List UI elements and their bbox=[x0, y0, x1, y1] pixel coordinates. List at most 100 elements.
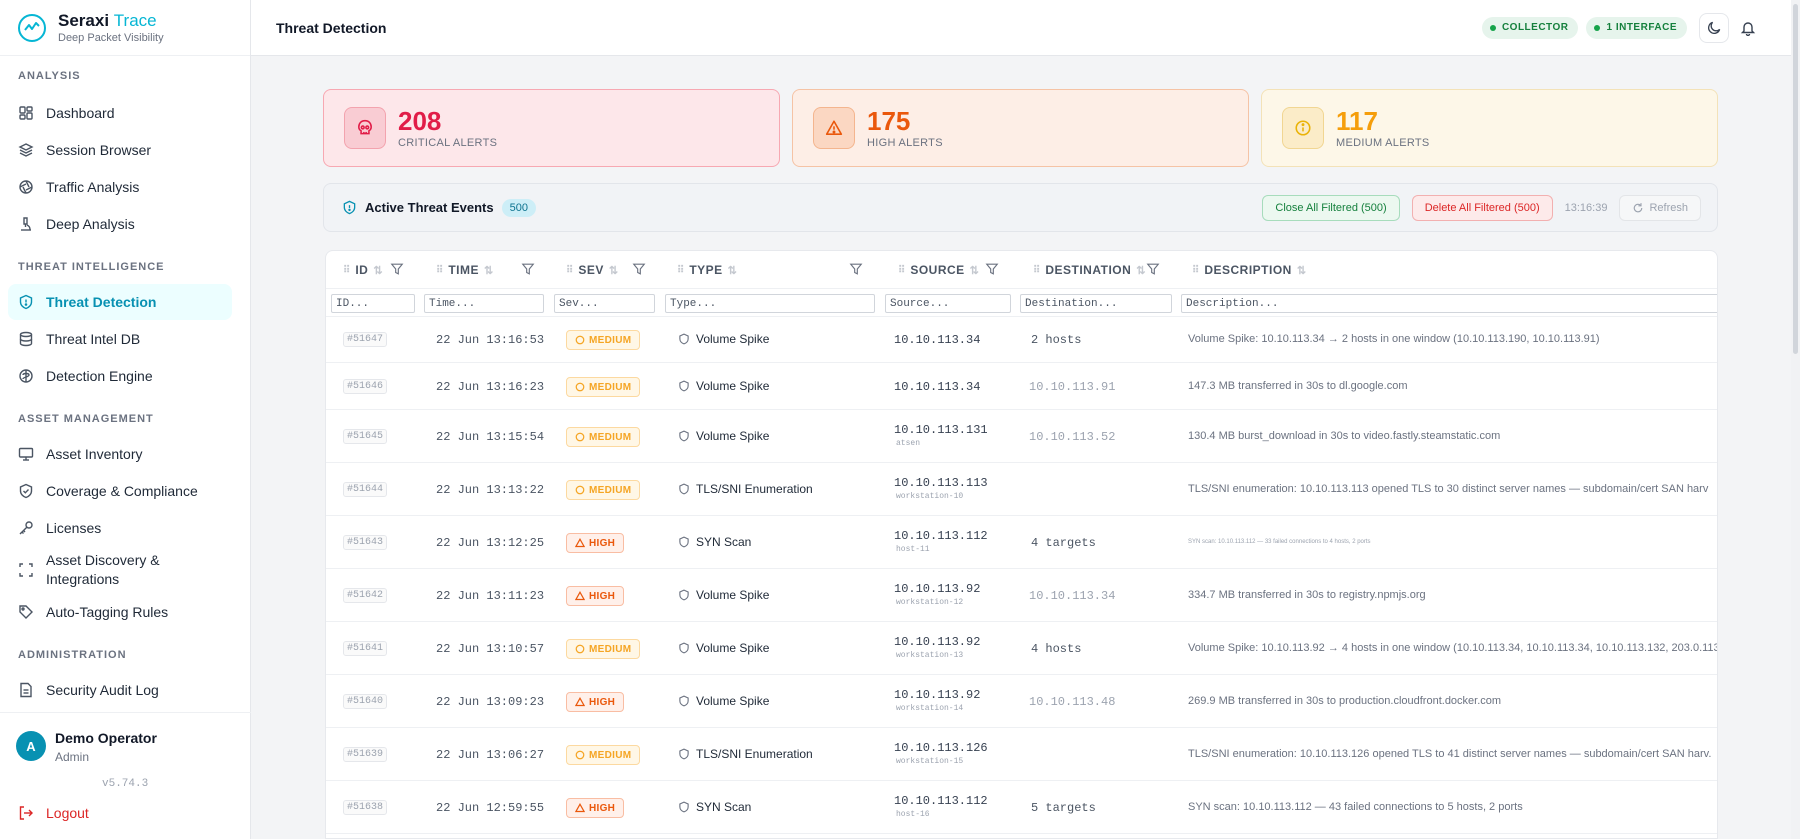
info-circle-icon bbox=[1282, 107, 1324, 149]
sidebar-item-deep-analysis[interactable]: Deep Analysis bbox=[8, 206, 232, 242]
page-scrollbar[interactable] bbox=[1791, 0, 1800, 839]
severity-badge: HIGH bbox=[566, 533, 625, 553]
column-header-description[interactable]: ⠿ DESCRIPTION ⇅ bbox=[1192, 251, 1307, 289]
event-description: TLS/SNI enumeration: 10.10.113.126 opene… bbox=[1188, 748, 1712, 760]
event-id[interactable]: #51641 bbox=[343, 641, 388, 656]
event-id[interactable]: #51647 bbox=[343, 332, 388, 347]
brand-subtitle: Deep Packet Visibility bbox=[58, 32, 164, 44]
theme-toggle-button[interactable] bbox=[1699, 12, 1729, 43]
moon-icon bbox=[1707, 21, 1720, 34]
high-alerts-card[interactable]: 175 HIGH ALERTS bbox=[792, 89, 1249, 167]
sidebar-item-traffic-analysis[interactable]: Traffic Analysis bbox=[8, 169, 232, 205]
event-source[interactable]: 10.10.113.112 host-11 bbox=[894, 529, 988, 554]
column-header-id[interactable]: ⠿ ID ⇅ bbox=[343, 251, 383, 289]
table-row[interactable]: #51647 22 Jun 13:16:53 MEDIUM Volume Spike 1… bbox=[326, 317, 1717, 363]
shield-icon bbox=[679, 430, 689, 442]
filter-funnel-icon[interactable] bbox=[849, 262, 863, 276]
event-source[interactable]: 10.10.113.112 host-16 bbox=[894, 794, 988, 819]
sidebar-item-asset-discovery[interactable]: Asset Discovery & Integrations bbox=[8, 547, 232, 593]
shield-icon bbox=[679, 380, 689, 392]
sev-filter-input[interactable] bbox=[554, 294, 655, 313]
tag-icon bbox=[19, 605, 33, 619]
event-id[interactable]: #51639 bbox=[343, 747, 388, 762]
shield-alert-icon bbox=[19, 294, 33, 310]
brand[interactable]: Seraxi Trace Deep Packet Visibility bbox=[0, 0, 250, 56]
refresh-button[interactable]: Refresh bbox=[1619, 194, 1701, 221]
sidebar-item-threat-detection[interactable]: Threat Detection bbox=[8, 284, 232, 320]
event-destination[interactable]: 10.10.113.52 bbox=[1029, 430, 1115, 444]
source-filter-input[interactable] bbox=[885, 294, 1011, 313]
avatar[interactable]: A bbox=[16, 731, 46, 761]
logout-button[interactable]: Logout bbox=[18, 805, 89, 821]
event-destination[interactable]: 4 targets bbox=[1031, 536, 1096, 550]
description-filter-input[interactable] bbox=[1181, 294, 1717, 313]
event-time: 22 Jun 12:59:55 bbox=[436, 801, 545, 815]
filter-funnel-icon[interactable] bbox=[985, 262, 999, 276]
drag-handle-icon: ⠿ bbox=[343, 264, 350, 276]
event-source[interactable]: 10.10.113.126 workstation-15 bbox=[894, 741, 988, 766]
event-source[interactable]: 10.10.113.92 workstation-12 bbox=[894, 582, 980, 607]
event-id[interactable]: #51644 bbox=[343, 482, 388, 497]
column-header-source[interactable]: ⠿ SOURCE ⇅ bbox=[898, 251, 979, 289]
time-filter-input[interactable] bbox=[424, 294, 544, 313]
column-header-destination[interactable]: ⠿ DESTINATION ⇅ bbox=[1033, 251, 1146, 289]
filter-funnel-icon[interactable] bbox=[632, 262, 646, 276]
medium-alerts-card[interactable]: 117 MEDIUM ALERTS bbox=[1261, 89, 1718, 167]
column-header-sev[interactable]: ⠿ SEV ⇅ bbox=[566, 251, 619, 289]
sidebar-item-dashboard[interactable]: Dashboard bbox=[8, 95, 232, 131]
close-all-filtered-button[interactable]: Close All Filtered (500) bbox=[1262, 194, 1400, 221]
event-id[interactable]: #51645 bbox=[343, 429, 388, 444]
event-destination[interactable]: 5 targets bbox=[1031, 801, 1096, 815]
column-header-type[interactable]: ⠿ TYPE ⇅ bbox=[677, 251, 737, 289]
table-row[interactable]: #51643 22 Jun 13:12:25 HIGH SYN Scan 10.10.1… bbox=[326, 516, 1717, 569]
event-destination[interactable]: 2 hosts bbox=[1031, 333, 1081, 347]
event-id[interactable]: #51643 bbox=[343, 535, 388, 550]
event-id[interactable]: #51642 bbox=[343, 588, 388, 603]
table-row[interactable]: #51645 22 Jun 13:15:54 MEDIUM Volume Spike 1… bbox=[326, 410, 1717, 463]
event-destination[interactable]: 10.10.113.91 bbox=[1029, 380, 1115, 394]
filter-funnel-icon[interactable] bbox=[1146, 262, 1160, 276]
sidebar-item-session-browser[interactable]: Session Browser bbox=[8, 132, 232, 168]
table-row[interactable]: #51639 22 Jun 13:06:27 MEDIUM TLS/SNI Enume… bbox=[326, 728, 1717, 781]
event-source[interactable]: 10.10.113.34 bbox=[894, 380, 980, 394]
event-destination[interactable]: 10.10.113.34 bbox=[1029, 589, 1115, 603]
delete-all-filtered-button[interactable]: Delete All Filtered (500) bbox=[1411, 194, 1553, 221]
event-source[interactable]: 10.10.113.92 workstation-14 bbox=[894, 688, 980, 713]
event-source[interactable]: 10.10.113.34 bbox=[894, 333, 980, 347]
sidebar-item-coverage-compliance[interactable]: Coverage & Compliance bbox=[8, 473, 232, 509]
critical-alerts-card[interactable]: 208 CRITICAL ALERTS bbox=[323, 89, 780, 167]
sort-icon: ⇅ bbox=[373, 264, 384, 277]
medium-alerts-count: 117 bbox=[1336, 106, 1378, 136]
notifications-button[interactable] bbox=[1733, 13, 1763, 43]
table-row[interactable]: #51642 22 Jun 13:11:23 HIGH Volume Spike 10.… bbox=[326, 569, 1717, 622]
event-source[interactable]: 10.10.113.113 workstation-10 bbox=[894, 476, 988, 501]
event-time: 22 Jun 13:12:25 bbox=[436, 536, 545, 550]
collector-status-badge[interactable]: COLLECTOR bbox=[1481, 16, 1579, 39]
event-id[interactable]: #51638 bbox=[343, 800, 388, 815]
table-row[interactable]: #51640 22 Jun 13:09:23 HIGH Volume Spike 10.… bbox=[326, 675, 1717, 728]
sidebar-item-auto-tagging-rules[interactable]: Auto-Tagging Rules bbox=[8, 594, 232, 630]
interface-status-badge[interactable]: 1 INTERFACE bbox=[1586, 16, 1687, 39]
event-source[interactable]: 10.10.113.131 atsen bbox=[894, 423, 988, 448]
filter-funnel-icon[interactable] bbox=[521, 262, 535, 276]
filter-funnel-icon[interactable] bbox=[390, 262, 404, 276]
event-id[interactable]: #51640 bbox=[343, 694, 388, 709]
table-row[interactable]: #51646 22 Jun 13:16:23 MEDIUM Volume Spike 1… bbox=[326, 363, 1717, 410]
event-id[interactable]: #51646 bbox=[343, 379, 388, 394]
event-source[interactable]: 10.10.113.92 workstation-13 bbox=[894, 635, 980, 660]
sidebar-item-asset-inventory[interactable]: Asset Inventory bbox=[8, 436, 232, 472]
table-row[interactable]: #51641 22 Jun 13:10:57 MEDIUM Volume Spike 1… bbox=[326, 622, 1717, 675]
destination-filter-input[interactable] bbox=[1020, 294, 1172, 313]
sidebar-item-detection-engine[interactable]: Detection Engine bbox=[8, 358, 232, 394]
id-filter-input[interactable] bbox=[331, 294, 415, 313]
table-row[interactable]: #51644 22 Jun 13:13:22 MEDIUM TLS/SNI Enume… bbox=[326, 463, 1717, 516]
type-filter-input[interactable] bbox=[665, 294, 875, 313]
sidebar-item-threat-intel-db[interactable]: Threat Intel DB bbox=[8, 321, 232, 357]
event-destination[interactable]: 4 hosts bbox=[1031, 642, 1081, 656]
sidebar-item-security-audit-log[interactable]: Security Audit Log bbox=[8, 672, 232, 708]
source-hostname: workstation-13 bbox=[896, 651, 964, 660]
column-header-time[interactable]: ⠿ TIME ⇅ bbox=[436, 251, 494, 289]
table-row[interactable]: #51638 22 Jun 12:59:55 HIGH SYN Scan 10.10.1… bbox=[326, 781, 1717, 834]
event-destination[interactable]: 10.10.113.48 bbox=[1029, 695, 1115, 709]
sidebar-item-licenses[interactable]: Licenses bbox=[8, 510, 232, 546]
